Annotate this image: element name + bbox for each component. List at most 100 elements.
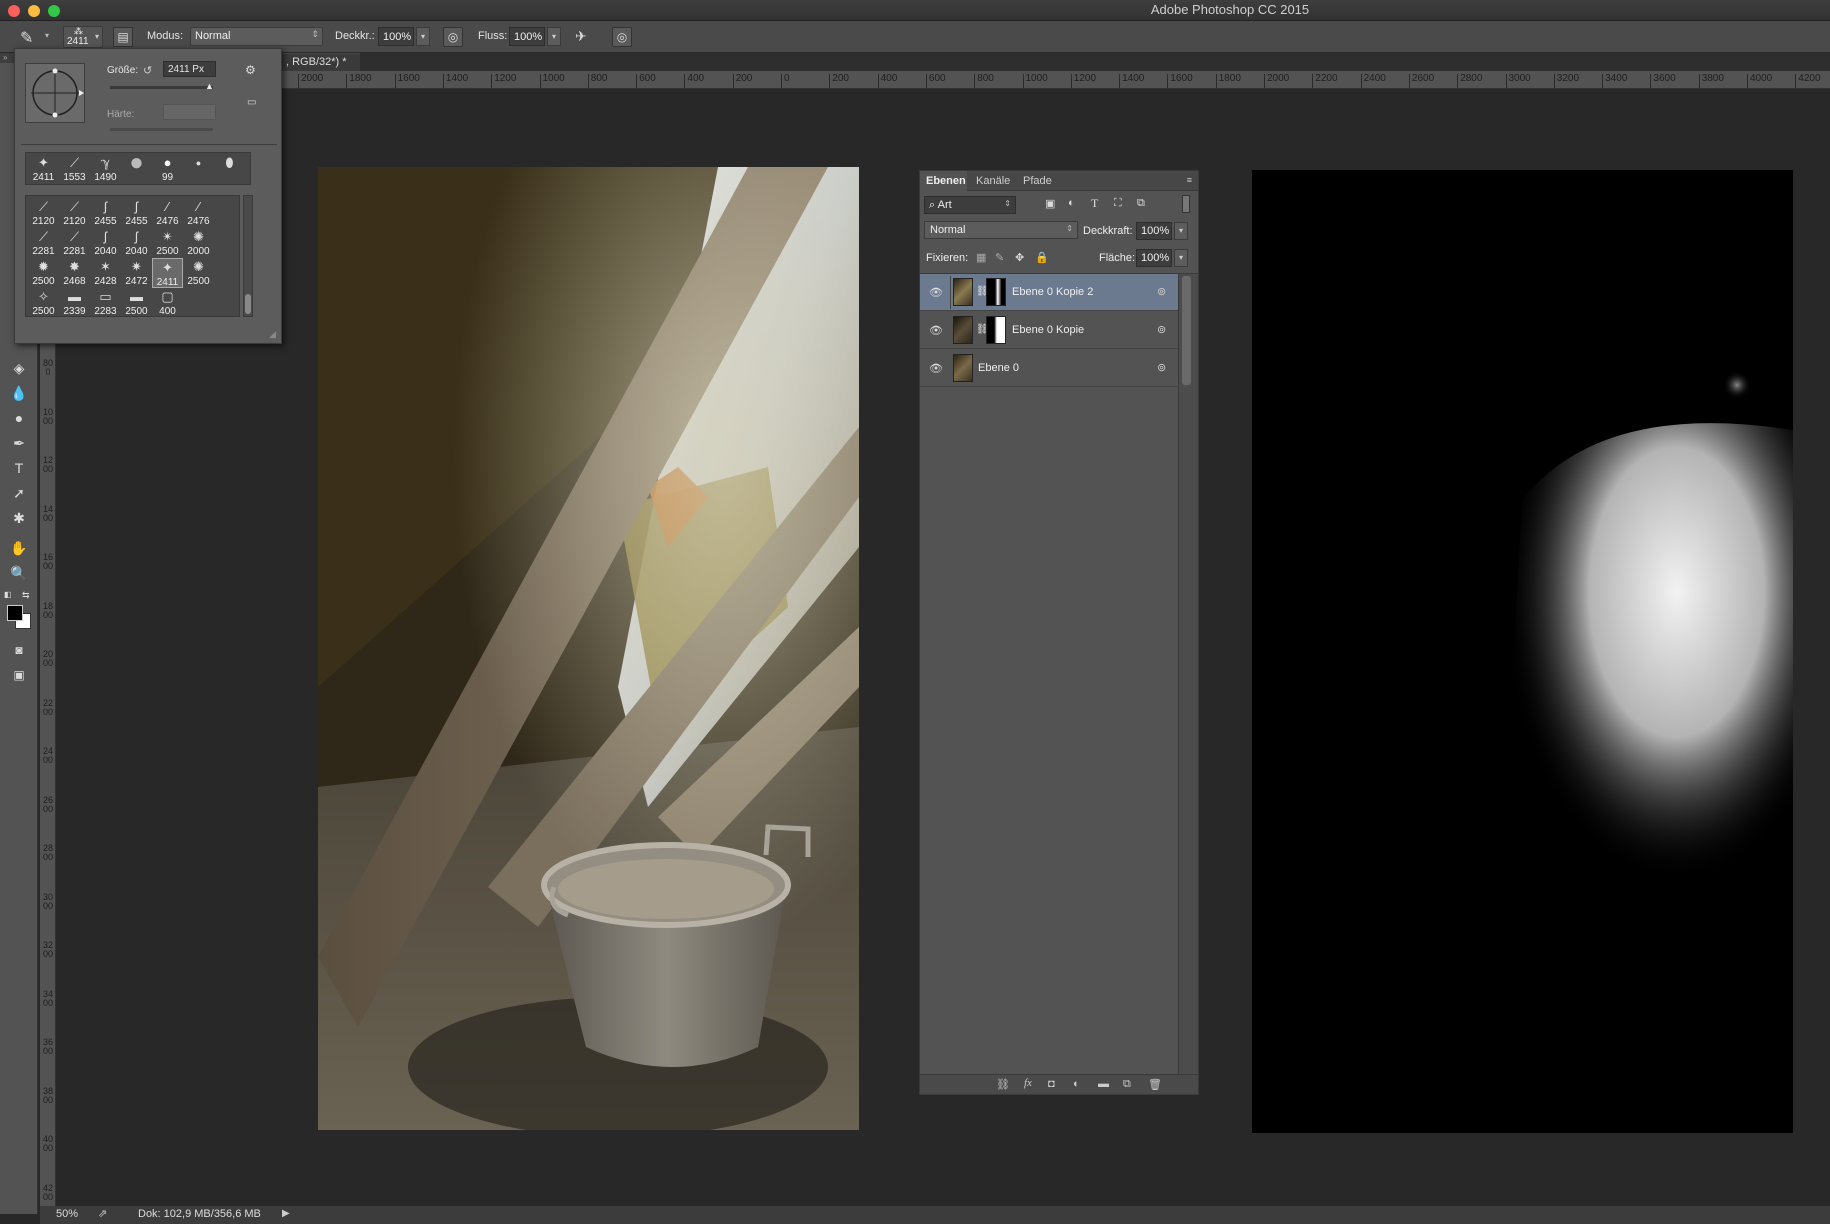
- default-colors-icon[interactable]: ◧: [4, 590, 12, 599]
- recent-brush[interactable]: ✦ 2411: [28, 154, 59, 184]
- filter-toggle[interactable]: [1182, 195, 1190, 213]
- brush-preset[interactable]: ✴ 2500: [152, 228, 183, 258]
- blend-mode-select[interactable]: Normal ⇕: [924, 221, 1078, 239]
- add-mask-icon[interactable]: ◘: [1048, 1078, 1055, 1090]
- filter-pixel-icon[interactable]: ▣: [1045, 197, 1055, 210]
- size-slider-handle[interactable]: ▲: [205, 81, 214, 91]
- brush-preset[interactable]: ✦ 2411: [152, 258, 183, 288]
- blur-tool-icon[interactable]: 💧: [8, 383, 30, 403]
- layer-style-icon[interactable]: ⊚: [1157, 361, 1166, 374]
- lock-all-icon[interactable]: 🔒: [1035, 251, 1049, 264]
- status-menu-arrow-icon[interactable]: ▶: [282, 1208, 290, 1219]
- brush-preset[interactable]: ✶ 2428: [90, 258, 121, 288]
- quick-mask-icon[interactable]: ◙: [8, 640, 30, 660]
- reset-size-icon[interactable]: ↺: [143, 64, 152, 77]
- visibility-eye-icon[interactable]: 👁: [929, 362, 943, 375]
- layer-filter-select[interactable]: ⌕ Art ⇕: [924, 196, 1016, 214]
- layers-scrollbar[interactable]: [1178, 274, 1198, 1074]
- brush-preset[interactable]: ✺ 2000: [183, 228, 214, 258]
- fill-input[interactable]: 100%: [1136, 249, 1172, 267]
- tab-layers[interactable]: Ebenen: [920, 171, 967, 191]
- brush-preset-picker[interactable]: ⁂ 2411 ▾: [63, 26, 103, 48]
- layer-thumbnail[interactable]: [953, 316, 973, 344]
- recent-brush[interactable]: ● 99: [152, 154, 183, 184]
- new-preset-icon[interactable]: ▭: [247, 97, 256, 108]
- trash-icon[interactable]: 🗑: [1148, 1078, 1162, 1091]
- brush-preset[interactable]: ʃ 2455: [90, 198, 121, 228]
- layer-name[interactable]: Ebene 0: [978, 362, 1019, 374]
- filter-shape-icon[interactable]: ⛶: [1114, 197, 1122, 210]
- foreground-color-swatch[interactable]: [7, 605, 23, 621]
- brush-preset[interactable]: ⁄ 2476: [152, 198, 183, 228]
- share-icon[interactable]: ⇗: [98, 1207, 107, 1220]
- layer-name[interactable]: Ebene 0 Kopie: [1012, 324, 1084, 336]
- brush-preset[interactable]: ▭ 2283: [90, 288, 121, 316]
- brush-angle-preview[interactable]: [25, 63, 85, 123]
- recent-brush[interactable]: ●: [183, 154, 214, 184]
- link-layers-icon[interactable]: ⛓: [996, 1078, 1010, 1091]
- panel-menu-icon[interactable]: ≡: [1187, 175, 1192, 185]
- brush-preset[interactable]: ʃ 2455: [121, 198, 152, 228]
- layer-name[interactable]: Ebene 0 Kopie 2: [1012, 286, 1093, 298]
- recent-brush[interactable]: ⬮: [214, 154, 245, 184]
- lock-image-icon[interactable]: ✎: [995, 251, 1004, 264]
- hand-tool-icon[interactable]: ✋: [8, 538, 30, 558]
- brush-preset[interactable]: ʃ 2040: [90, 228, 121, 258]
- layer-row[interactable]: 👁 ⛓ Ebene 0 Kopie 2 ⊚: [920, 274, 1178, 311]
- flow-input[interactable]: 100%: [509, 27, 545, 46]
- recent-brush[interactable]: ●: [121, 151, 152, 184]
- brush-preset[interactable]: ⟋ 2281: [28, 228, 59, 258]
- layer-mask-thumbnail[interactable]: [986, 316, 1006, 344]
- lock-transparency-icon[interactable]: ▦: [976, 251, 986, 264]
- gear-icon[interactable]: ⚙: [245, 63, 256, 77]
- opacity-dropdown-icon[interactable]: ▾: [416, 27, 430, 46]
- new-layer-icon[interactable]: ⧉: [1123, 1078, 1131, 1091]
- filter-adjustment-icon[interactable]: ◐: [1068, 197, 1075, 209]
- brush-preset[interactable]: ⟋ 2120: [28, 198, 59, 228]
- brush-preset[interactable]: ✺ 2500: [183, 258, 214, 288]
- tool-preset-dropdown-icon[interactable]: ▾: [45, 31, 49, 40]
- brush-preset[interactable]: ✹ 2500: [28, 258, 59, 288]
- flow-dropdown-icon[interactable]: ▾: [547, 27, 561, 46]
- screen-mode-icon[interactable]: ▣: [8, 665, 30, 685]
- brush-preset[interactable]: ʃ 2040: [121, 228, 152, 258]
- brush-preset[interactable]: ✷ 2472: [121, 258, 152, 288]
- pressure-size-icon[interactable]: ◎: [612, 27, 632, 47]
- layer-mask-thumbnail[interactable]: [986, 278, 1006, 306]
- brush-panel-toggle-icon[interactable]: ▤: [113, 27, 133, 47]
- fill-dropdown-icon[interactable]: ▾: [1174, 249, 1188, 267]
- hardness-slider[interactable]: [110, 128, 213, 131]
- layer-thumbnail[interactable]: [953, 354, 973, 382]
- pen-tool-icon[interactable]: ✒: [8, 433, 30, 453]
- filter-smart-object-icon[interactable]: ⧉: [1137, 197, 1145, 210]
- airbrush-icon[interactable]: ✈: [575, 28, 587, 45]
- layer-row[interactable]: 👁 ⛓ Ebene 0 Kopie ⊚: [920, 312, 1178, 349]
- resize-grip-icon[interactable]: ◢: [269, 329, 276, 340]
- scrollbar-thumb[interactable]: [1182, 276, 1191, 385]
- layer-row[interactable]: 👁 Ebene 0 ⊚: [920, 350, 1178, 387]
- attic-photo[interactable]: [318, 167, 859, 1130]
- brush-preset[interactable]: ▬ 2339: [59, 288, 90, 316]
- size-slider[interactable]: [110, 86, 213, 89]
- zoom-tool-icon[interactable]: 🔍: [8, 563, 30, 583]
- mode-select[interactable]: Normal ⇕: [190, 27, 323, 46]
- brush-preset[interactable]: ✸ 2468: [59, 258, 90, 288]
- brush-preset[interactable]: ⁄ 2476: [183, 198, 214, 228]
- type-tool-icon[interactable]: T: [8, 458, 30, 478]
- path-selection-icon[interactable]: ➚: [8, 483, 30, 503]
- document-tab[interactable]: , RGB/32*) *: [280, 53, 360, 71]
- filter-type-icon[interactable]: T: [1091, 196, 1098, 211]
- adjustment-layer-icon[interactable]: ◐: [1073, 1078, 1080, 1090]
- layer-opacity-input[interactable]: 100%: [1136, 222, 1172, 240]
- folder-icon[interactable]: ▬: [1098, 1078, 1109, 1090]
- brush-grid-scrollbar[interactable]: [243, 195, 253, 317]
- tab-paths[interactable]: Pfade: [1023, 175, 1052, 187]
- opacity-dropdown-icon[interactable]: ▾: [1174, 222, 1188, 240]
- layer-mask-preview[interactable]: [1252, 170, 1793, 1133]
- size-input[interactable]: 2411 Px: [163, 61, 216, 77]
- zoom-level[interactable]: 50%: [56, 1208, 78, 1220]
- recent-brush[interactable]: ℽ 1490: [90, 154, 121, 184]
- visibility-eye-icon[interactable]: 👁: [929, 324, 943, 337]
- brush-preset[interactable]: ⟋ 2281: [59, 228, 90, 258]
- brush-preset[interactable]: ▬ 2500: [121, 288, 152, 316]
